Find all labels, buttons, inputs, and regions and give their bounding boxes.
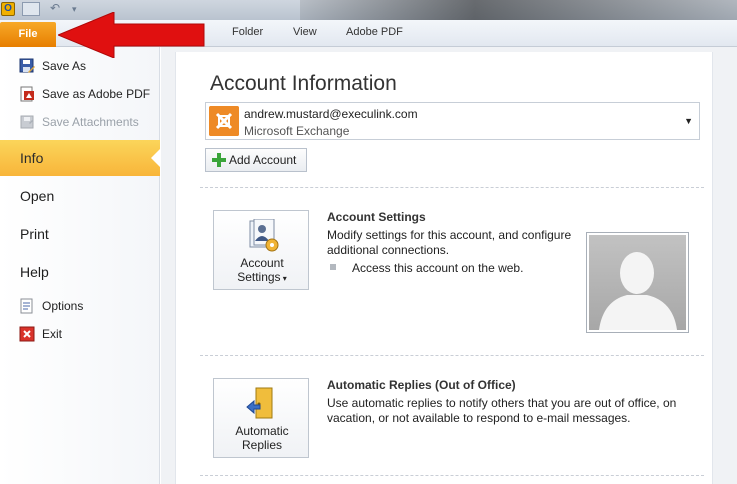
save-icon[interactable] bbox=[22, 2, 40, 16]
automatic-replies-description: Use automatic replies to notify others t… bbox=[327, 396, 677, 425]
account-selector[interactable]: andrew.mustard@execulink.com Microsoft E… bbox=[205, 102, 700, 140]
account-settings-title: Account Settings bbox=[327, 210, 426, 224]
account-type: Microsoft Exchange bbox=[244, 124, 350, 138]
automatic-replies-label-2: Replies bbox=[241, 438, 283, 452]
sidebar-item-save-attachments[interactable]: Save Attachments bbox=[0, 110, 160, 134]
account-email: andrew.mustard@execulink.com bbox=[244, 107, 418, 121]
person-silhouette-icon bbox=[599, 252, 677, 330]
account-settings-description: Modify settings for this account, and co… bbox=[327, 228, 572, 257]
sidebar-item-print[interactable]: Print bbox=[0, 216, 160, 252]
page-title: Account Information bbox=[210, 72, 397, 95]
profile-photo[interactable] bbox=[586, 232, 689, 333]
backstage-main: Account Information andrew.mustard@execu… bbox=[161, 47, 737, 484]
outlook-icon: O bbox=[1, 2, 15, 16]
sidebar-item-label: Save Attachments bbox=[42, 115, 139, 129]
sidebar-item-save-as-adobe-pdf[interactable]: Save as Adobe PDF bbox=[0, 82, 160, 106]
add-account-label: Add Account bbox=[229, 153, 297, 167]
bullet-icon bbox=[330, 264, 336, 270]
automatic-replies-button[interactable]: Automatic Replies bbox=[213, 378, 309, 458]
exchange-icon bbox=[209, 106, 239, 136]
automatic-replies-title: Automatic Replies (Out of Office) bbox=[327, 378, 516, 392]
sidebar-item-info[interactable]: Info bbox=[0, 140, 161, 176]
sidebar-item-label: Options bbox=[42, 299, 84, 313]
sidebar-item-exit[interactable]: Exit bbox=[0, 322, 160, 346]
account-info-panel: Account Information andrew.mustard@execu… bbox=[175, 52, 713, 484]
plus-icon bbox=[212, 153, 226, 167]
tab-folder[interactable]: Folder bbox=[232, 26, 263, 38]
chevron-down-icon[interactable]: ▼ bbox=[684, 116, 693, 126]
save-as-icon bbox=[19, 58, 35, 73]
backstage-sidebar: Save As Save as Adobe PDF Save Attachmen… bbox=[0, 47, 161, 484]
section-divider bbox=[200, 187, 704, 188]
options-icon bbox=[20, 298, 33, 314]
automatic-replies-label-1: Automatic bbox=[235, 424, 289, 438]
save-attachments-icon bbox=[20, 115, 34, 129]
exit-icon bbox=[19, 326, 35, 342]
sidebar-item-label: Save As bbox=[42, 59, 87, 73]
tab-file[interactable]: File bbox=[0, 22, 56, 47]
web-access-link[interactable]: Access this account on the web. bbox=[352, 261, 523, 275]
sidebar-item-label: Save as Adobe PDF bbox=[42, 87, 151, 101]
sidebar-item-open[interactable]: Open bbox=[0, 178, 160, 214]
window-title-blur bbox=[300, 0, 737, 20]
tab-adobe-pdf[interactable]: Adobe PDF bbox=[346, 26, 403, 38]
avatar bbox=[589, 235, 686, 330]
section-divider bbox=[200, 475, 704, 476]
sidebar-item-label: Exit bbox=[42, 327, 63, 341]
account-settings-icon bbox=[249, 219, 279, 252]
adobe-pdf-icon bbox=[20, 86, 34, 102]
tab-view[interactable]: View bbox=[293, 26, 317, 38]
annotation-arrow-icon bbox=[58, 12, 205, 58]
account-settings-label-2: Settings bbox=[237, 270, 281, 284]
automatic-replies-icon bbox=[246, 387, 273, 419]
account-settings-label-1: Account bbox=[240, 256, 284, 270]
account-settings-button[interactable]: Account Settings ▾ bbox=[213, 210, 309, 290]
section-divider bbox=[200, 355, 704, 356]
sidebar-item-help[interactable]: Help bbox=[0, 254, 160, 290]
add-account-button[interactable]: Add Account bbox=[205, 148, 307, 172]
sidebar-item-options[interactable]: Options bbox=[0, 294, 160, 318]
chevron-down-icon: ▾ bbox=[280, 274, 287, 283]
